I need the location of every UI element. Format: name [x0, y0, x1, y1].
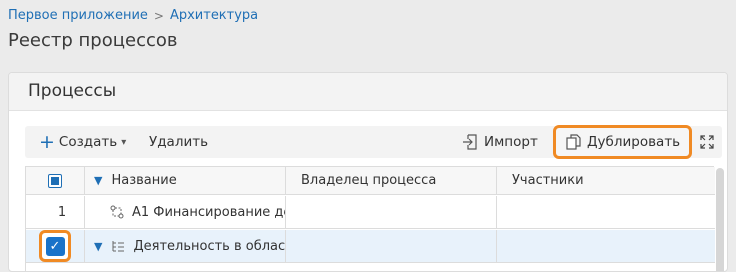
duplicate-icon — [565, 133, 583, 151]
row-index: 1 — [26, 196, 85, 228]
table-scrollbar[interactable] — [716, 168, 724, 271]
chevron-down-icon: ▼ — [94, 174, 103, 187]
column-header-name[interactable]: ▼ Название — [85, 167, 286, 194]
row-owner-cell[interactable] — [286, 196, 497, 228]
breadcrumb-item-architecture[interactable]: Архитектура — [170, 8, 258, 23]
duplicate-button[interactable]: Дублировать — [553, 125, 693, 159]
toolbar: + Создать ▾ Удалить Импорт Дублировать — [25, 125, 722, 159]
row-name: Деятельность в области — [133, 238, 286, 254]
breadcrumb: Первое приложение > Архитектура — [8, 8, 258, 23]
import-button[interactable]: Импорт — [462, 126, 538, 158]
column-name-label: Название — [111, 173, 177, 188]
process-table: ▼ Название Владелец процесса Участники 1… — [25, 166, 715, 271]
row-checkbox-highlight[interactable]: ✓ — [39, 230, 71, 262]
table-row-selected[interactable]: ✓ ▼ Деятельность в области — [26, 230, 715, 263]
breadcrumb-item-app[interactable]: Первое приложение — [8, 8, 148, 23]
list-tree-icon — [111, 239, 125, 253]
row-select-cell[interactable]: ✓ — [26, 230, 85, 262]
create-button[interactable]: + Создать ▾ — [39, 126, 126, 158]
plus-icon: + — [39, 130, 55, 153]
process-icon — [110, 205, 124, 219]
chevron-down-icon: ▾ — [121, 136, 127, 148]
select-all-cell[interactable] — [26, 167, 85, 194]
checkbox-icon[interactable]: ✓ — [45, 236, 65, 256]
table-row[interactable]: 1 А1 Финансирование де — [26, 196, 715, 229]
delete-button[interactable]: Удалить — [149, 126, 208, 158]
import-icon — [462, 133, 480, 151]
row-name-cell[interactable]: ▼ Деятельность в области — [85, 230, 286, 262]
column-header-owner[interactable]: Владелец процесса — [286, 167, 497, 194]
chevron-down-icon[interactable]: ▼ — [94, 240, 102, 253]
create-label: Создать — [58, 134, 118, 150]
row-name-cell[interactable]: А1 Финансирование де — [85, 196, 286, 228]
row-participants-cell[interactable] — [497, 196, 715, 228]
page-title: Реестр процессов — [8, 30, 178, 51]
import-label: Импорт — [484, 134, 538, 150]
panel-title: Процессы — [9, 73, 727, 111]
row-owner-cell[interactable] — [286, 230, 497, 262]
row-participants-cell[interactable] — [497, 230, 715, 262]
processes-panel: Процессы + Создать ▾ Удалить Импорт Дубл… — [8, 72, 728, 272]
expand-icon[interactable] — [699, 134, 715, 154]
table-header: ▼ Название Владелец процесса Участники — [26, 167, 715, 195]
column-header-participants[interactable]: Участники — [497, 167, 715, 194]
duplicate-label: Дублировать — [587, 134, 681, 150]
breadcrumb-separator-icon: > — [153, 8, 164, 23]
row-name: А1 Финансирование де — [132, 204, 286, 220]
select-all-checkbox[interactable] — [48, 173, 62, 188]
